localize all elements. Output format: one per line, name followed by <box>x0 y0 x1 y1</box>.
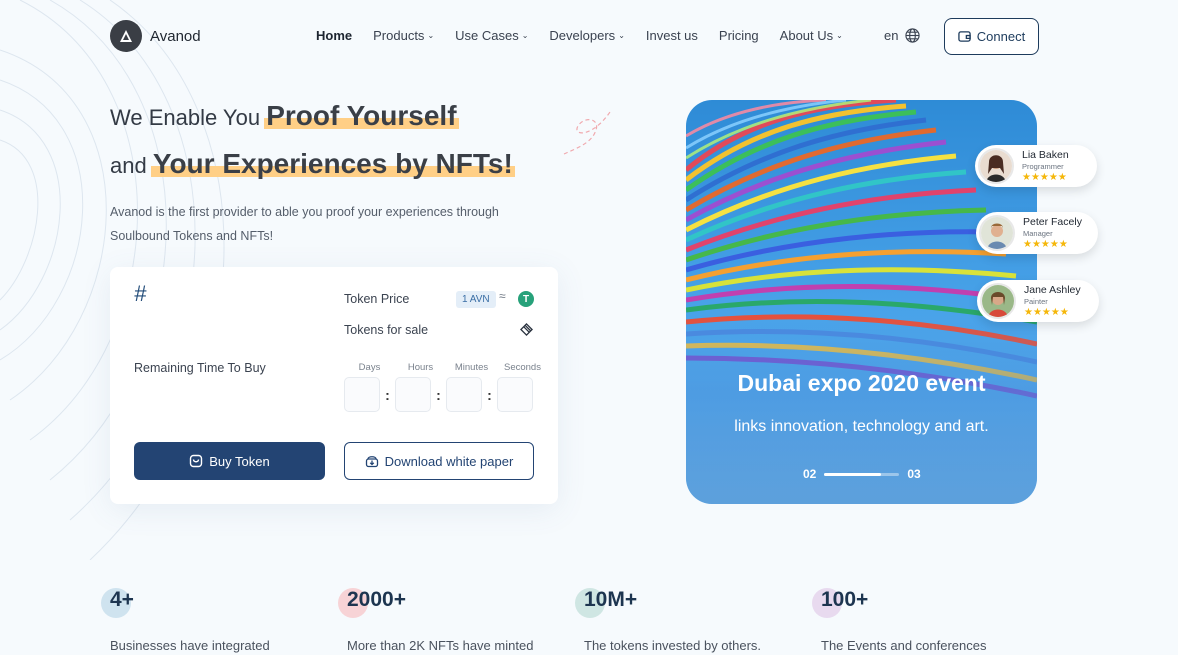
nav-item-use-cases[interactable]: Use Cases ⌄ <box>455 28 528 43</box>
stat-description: The tokens invested by others. <box>584 638 762 653</box>
wallet-icon <box>958 31 971 42</box>
avatar <box>979 215 1015 251</box>
user-role: Programmer <box>1022 162 1064 171</box>
download-whitepaper-button[interactable]: Download white paper <box>344 442 534 480</box>
hero-heading-line-2: and Your Experiences by NFTs! <box>110 148 513 180</box>
slide-progress-bar[interactable] <box>824 472 900 476</box>
stat-nfts: 2000+ More than 2K NFTs have minted <box>338 588 533 653</box>
stat-description: More than 2K NFTs have minted <box>347 638 534 653</box>
countdown-minutes-box <box>446 377 482 412</box>
user-card-lia-baken[interactable]: Lia Baken Programmer ★★★★★ <box>975 145 1097 187</box>
stat-value: 4+ <box>110 588 134 611</box>
hero-subtitle: Avanod is the first provider to able you… <box>110 205 499 243</box>
countdown-labels: Days Hours Minutes Seconds <box>344 362 548 373</box>
language-code: en <box>884 28 899 43</box>
user-card-peter-facely[interactable]: Peter Facely Manager ★★★★★ <box>976 212 1098 254</box>
stat-value: 10M+ <box>584 588 638 611</box>
user-role: Manager <box>1023 229 1053 238</box>
countdown-days-box <box>344 377 380 412</box>
stat-description: Businesses have integrated <box>110 638 270 653</box>
user-name: Jane Ashley <box>1024 284 1081 296</box>
countdown-separator: : <box>385 386 390 403</box>
countdown-seconds-box <box>497 377 533 412</box>
nav-label: Developers <box>549 28 616 43</box>
bag-icon <box>190 454 203 468</box>
hero-heading-highlight: Your Experiences by NFTs! <box>152 148 513 179</box>
user-card-jane-ashley[interactable]: Jane Ashley Painter ★★★★★ <box>977 280 1099 322</box>
hash-icon: # <box>134 281 147 306</box>
main-menu: Home Products ⌄ Use Cases ⌄ Developers ⌄ In… <box>316 28 864 43</box>
nav-item-products[interactable]: Products ⌄ <box>373 28 434 43</box>
star-rating: ★★★★★ <box>1022 172 1067 183</box>
avatar <box>978 148 1014 184</box>
chevron-down-icon: ⌄ <box>618 31 625 40</box>
countdown-separator: : <box>487 386 492 403</box>
countdown-unit-days: Days <box>358 362 381 373</box>
slide-subtitle: links innovation, technology and art. <box>734 418 989 435</box>
chevron-down-icon: ⌄ <box>427 31 435 40</box>
stat-value: 2000+ <box>347 588 406 611</box>
nav-item-developers[interactable]: Developers ⌄ <box>549 28 624 43</box>
top-navigation: Avanod Home Products ⌄ Use Cases ⌄ Develop… <box>0 0 1178 72</box>
star-rating: ★★★★★ <box>1024 307 1069 318</box>
chevron-down-icon: ⌄ <box>836 31 843 40</box>
stat-description: The Events and conferences <box>821 638 987 653</box>
countdown-separator: : <box>436 386 441 403</box>
countdown-unit-hours: Hours <box>407 362 434 373</box>
download-whitepaper-label: Download white paper <box>384 453 514 469</box>
tokens-for-sale-label: Tokens for sale <box>344 323 429 337</box>
globe-icon <box>905 28 921 43</box>
logo-mark-icon <box>110 20 142 52</box>
hero-heading-prefix: We Enable You <box>110 105 261 130</box>
nav-label: Use Cases <box>455 28 519 43</box>
stat-events: 100+ The Events and conferences <box>812 588 987 653</box>
nav-label: Pricing <box>718 28 759 43</box>
download-icon <box>365 456 378 468</box>
slide-current: 02 <box>803 467 817 481</box>
nav-label: Invest us <box>645 28 698 43</box>
token-price-value: 1 AVN <box>456 291 496 308</box>
slide-progress-fill <box>824 472 881 476</box>
stat-businesses: 4+ Businesses have integrated <box>101 588 270 653</box>
avatar <box>980 283 1016 319</box>
tether-icon: T <box>518 291 534 307</box>
countdown-timer: : : : <box>344 377 533 412</box>
nav-label: Products <box>373 28 425 43</box>
slide-total: 03 <box>907 467 921 481</box>
nav-item-home[interactable]: Home <box>316 28 352 43</box>
countdown-unit-minutes: Minutes <box>454 362 489 373</box>
slide-title: Dubai expo 2020 event <box>737 370 986 396</box>
token-price-label: Token Price <box>344 292 410 306</box>
layers-icon <box>520 323 533 336</box>
user-role: Painter <box>1024 297 1048 306</box>
hero-heading-prefix: and <box>110 153 147 178</box>
nav-item-pricing[interactable]: Pricing <box>719 28 759 43</box>
decorative-dashed-loop <box>563 111 611 155</box>
nav-item-about-us[interactable]: About Us ⌄ <box>780 28 843 43</box>
brand-logo[interactable]: Avanod <box>110 20 201 52</box>
star-rating: ★★★★★ <box>1023 239 1068 250</box>
approx-symbol: ≈ <box>499 289 506 303</box>
user-name: Peter Facely <box>1023 216 1082 228</box>
chevron-down-icon: ⌄ <box>521 31 529 40</box>
remaining-time-label: Remaining Time To Buy <box>134 361 266 375</box>
stat-tokens: 10M+ The tokens invested by others. <box>575 588 761 653</box>
hero-heading-line-1: We Enable You Proof Yourself <box>110 100 457 132</box>
language-selector[interactable]: en <box>884 28 921 43</box>
brand-name: Avanod <box>150 27 201 45</box>
nav-label: About Us <box>779 28 834 43</box>
slide-pager: 02 03 <box>803 467 921 481</box>
buy-token-button[interactable]: Buy Token <box>134 442 325 480</box>
buy-token-label: Buy Token <box>209 453 270 469</box>
countdown-unit-seconds: Seconds <box>504 362 541 373</box>
connect-label: Connect <box>976 29 1026 44</box>
connect-button[interactable]: Connect <box>944 18 1039 55</box>
stat-value: 100+ <box>821 588 869 611</box>
nav-item-invest-us[interactable]: Invest us <box>646 28 698 43</box>
hero-heading-highlight: Proof Yourself <box>266 100 457 131</box>
nav-label: Home <box>316 28 353 43</box>
user-name: Lia Baken <box>1022 149 1069 161</box>
token-sale-card: # Token Price 1 AVN ≈ T Tokens for sale … <box>110 267 558 504</box>
countdown-hours-box <box>395 377 431 412</box>
